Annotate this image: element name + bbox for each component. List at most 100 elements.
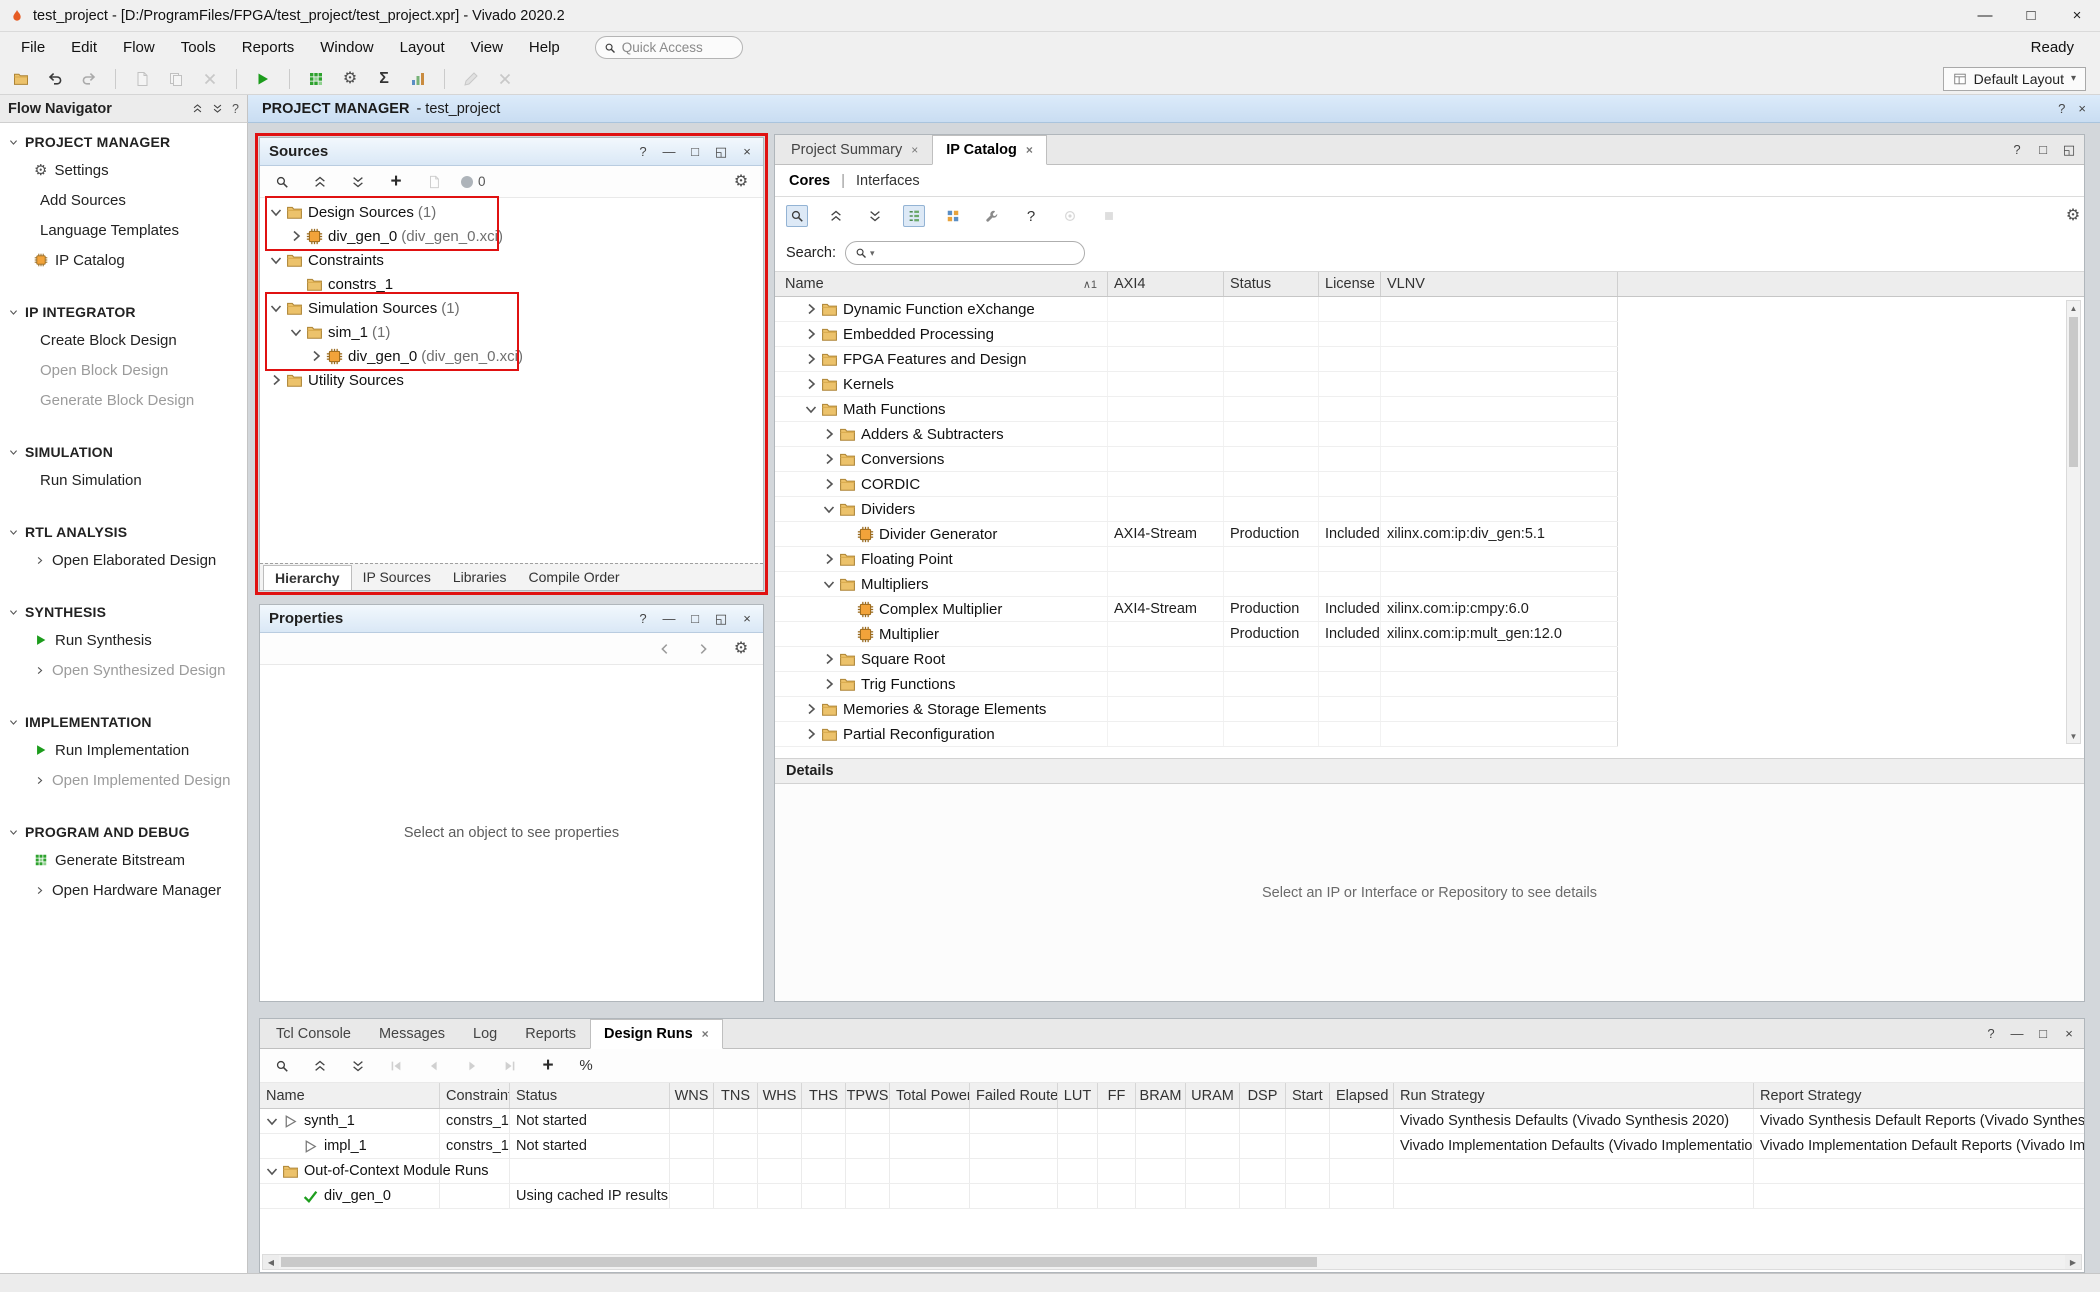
chevron-right-icon[interactable] xyxy=(288,228,304,244)
sidebar-item-language-templates[interactable]: Language Templates xyxy=(0,215,247,245)
chevron-down-icon[interactable] xyxy=(268,252,284,268)
column-header[interactable]: Status xyxy=(510,1083,670,1108)
sidebar-item-open-elaborated-design[interactable]: Open Elaborated Design xyxy=(0,545,247,575)
tab-libraries[interactable]: Libraries xyxy=(442,564,518,590)
flow-section-project-manager[interactable]: PROJECT MANAGER xyxy=(0,129,247,155)
layout-selector[interactable]: Default Layout ▾ xyxy=(1943,67,2086,91)
search-icon[interactable] xyxy=(271,171,293,193)
flow-section-rtl-analysis[interactable]: RTL ANALYSIS xyxy=(0,519,247,545)
horizontal-scrollbar[interactable]: ◀ ▶ xyxy=(262,1254,2082,1270)
cancel-icon[interactable] xyxy=(494,68,516,90)
gear-icon[interactable]: ⚙ xyxy=(339,68,361,90)
sidebar-item-create-block-design[interactable]: Create Block Design xyxy=(0,325,247,355)
tree-row-simulation-sources[interactable]: Simulation Sources (1) xyxy=(260,296,763,320)
sidebar-item-ip-catalog[interactable]: IP Catalog xyxy=(0,245,247,275)
maximize-icon[interactable]: ◱ xyxy=(714,145,728,158)
ip-core-row-complex-multiplier[interactable]: Complex Multiplier AXI4-Stream Productio… xyxy=(775,597,1618,622)
sidebar-item-run-simulation[interactable]: Run Simulation xyxy=(0,465,247,495)
sidebar-item-run-synthesis[interactable]: Run Synthesis xyxy=(0,625,247,655)
expand-all-icon[interactable] xyxy=(347,171,369,193)
gear-icon[interactable]: ⚙ xyxy=(2062,205,2084,227)
chevron-down-icon[interactable] xyxy=(821,501,837,517)
collapse-all-icon[interactable] xyxy=(825,205,847,227)
column-header-status[interactable]: Status xyxy=(1224,272,1319,296)
help-icon[interactable]: ? xyxy=(636,612,650,625)
tree-row-utility-sources[interactable]: Utility Sources xyxy=(260,368,763,392)
run-row-impl-1[interactable]: impl_1 constrs_1 Not started Vivado Impl… xyxy=(260,1134,2084,1159)
sidebar-item-open-synthesized-design[interactable]: Open Synthesized Design xyxy=(0,655,247,685)
ip-category-row[interactable]: CORDIC xyxy=(775,472,1618,497)
flow-section-implementation[interactable]: IMPLEMENTATION xyxy=(0,709,247,735)
chevron-down-icon[interactable] xyxy=(264,1113,280,1129)
float-icon[interactable]: □ xyxy=(2036,143,2050,156)
flow-section-program-and-debug[interactable]: PROGRAM AND DEBUG xyxy=(0,819,247,845)
sidebar-item-generate-block-design[interactable]: Generate Block Design xyxy=(0,385,247,415)
help-icon[interactable]: ? xyxy=(1984,1027,1998,1040)
sidebar-item-open-block-design[interactable]: Open Block Design xyxy=(0,355,247,385)
flow-section-simulation[interactable]: SIMULATION xyxy=(0,439,247,465)
tree-row-sim-1[interactable]: sim_1 (1) xyxy=(260,320,763,344)
menu-reports[interactable]: Reports xyxy=(229,32,308,63)
sidebar-item-settings[interactable]: ⚙ Settings xyxy=(0,155,247,185)
add-repository-icon[interactable] xyxy=(942,205,964,227)
float-icon[interactable]: □ xyxy=(688,145,702,158)
menu-help[interactable]: Help xyxy=(516,32,573,63)
float-icon[interactable]: □ xyxy=(2036,1027,2050,1040)
search-icon[interactable] xyxy=(786,205,808,227)
collapse-all-icon[interactable] xyxy=(309,1055,331,1077)
tab-ip-catalog[interactable]: IP Catalog × xyxy=(932,135,1047,165)
scrollbar-track[interactable] xyxy=(279,1255,2065,1269)
close-icon[interactable]: × xyxy=(2078,101,2086,116)
menu-layout[interactable]: Layout xyxy=(387,32,458,63)
ip-category-row[interactable]: Adders & Subtracters xyxy=(775,422,1618,447)
ip-core-row-divider-generator[interactable]: Divider Generator AXI4-Stream Production… xyxy=(775,522,1618,547)
column-header[interactable]: BRAM xyxy=(1136,1083,1186,1108)
step-back-icon[interactable] xyxy=(423,1055,445,1077)
run-row-div-gen-0[interactable]: div_gen_0 Using cached IP results xyxy=(260,1184,2084,1209)
tab-design-runs[interactable]: Design Runs × xyxy=(590,1019,723,1049)
menu-view[interactable]: View xyxy=(458,32,516,63)
wrench-icon[interactable] xyxy=(981,205,1003,227)
ip-category-row[interactable]: Dividers xyxy=(775,497,1618,522)
target-icon[interactable] xyxy=(1059,205,1081,227)
ip-category-row[interactable]: Kernels xyxy=(775,372,1618,397)
tree-row-constraints[interactable]: Constraints xyxy=(260,248,763,272)
maximize-icon[interactable]: ◱ xyxy=(714,612,728,625)
column-header[interactable]: LUT xyxy=(1058,1083,1098,1108)
percent-icon[interactable]: % xyxy=(575,1055,597,1077)
column-header[interactable]: Total Power xyxy=(890,1083,970,1108)
ip-category-row[interactable]: Conversions xyxy=(775,447,1618,472)
column-header[interactable]: DSP xyxy=(1240,1083,1286,1108)
ip-category-row[interactable]: Trig Functions xyxy=(775,672,1618,697)
help-icon[interactable]: ? xyxy=(2058,101,2065,116)
create-runs-button[interactable]: + xyxy=(537,1055,559,1077)
column-header[interactable]: Run Strategy xyxy=(1394,1083,1754,1108)
stop-icon[interactable] xyxy=(1098,205,1120,227)
run-icon[interactable] xyxy=(252,68,274,90)
bitstream-icon[interactable] xyxy=(305,68,327,90)
step-first-icon[interactable] xyxy=(385,1055,407,1077)
window-minimize-button[interactable]: — xyxy=(1962,0,2008,31)
ip-category-row[interactable]: Math Functions xyxy=(775,397,1618,422)
chevron-right-icon[interactable] xyxy=(821,476,837,492)
column-header[interactable]: WHS xyxy=(758,1083,802,1108)
chevron-right-icon[interactable] xyxy=(821,426,837,442)
ip-category-row[interactable]: Square Root xyxy=(775,647,1618,672)
column-header[interactable]: URAM xyxy=(1186,1083,1240,1108)
chevron-right-icon[interactable] xyxy=(803,351,819,367)
window-maximize-button[interactable]: □ xyxy=(2008,0,2054,31)
help-icon[interactable]: ? xyxy=(2010,143,2024,156)
quick-access-search[interactable] xyxy=(595,36,743,59)
expand-all-icon[interactable] xyxy=(347,1055,369,1077)
run-row-ooc-module-runs[interactable]: Out-of-Context Module Runs xyxy=(260,1159,2084,1184)
gear-icon[interactable]: ⚙ xyxy=(730,638,752,660)
pencil-icon[interactable] xyxy=(460,68,482,90)
ip-core-row-multiplier[interactable]: Multiplier Production Included xilinx.co… xyxy=(775,622,1618,647)
chevron-right-icon[interactable] xyxy=(803,701,819,717)
minimize-icon[interactable]: — xyxy=(2010,1027,2024,1040)
undo-icon[interactable] xyxy=(44,68,66,90)
scrollbar-thumb[interactable] xyxy=(281,1257,1317,1267)
scroll-right-icon[interactable]: ▶ xyxy=(2065,1255,2081,1269)
tab-hierarchy[interactable]: Hierarchy xyxy=(263,565,352,590)
menu-tools[interactable]: Tools xyxy=(168,32,229,63)
